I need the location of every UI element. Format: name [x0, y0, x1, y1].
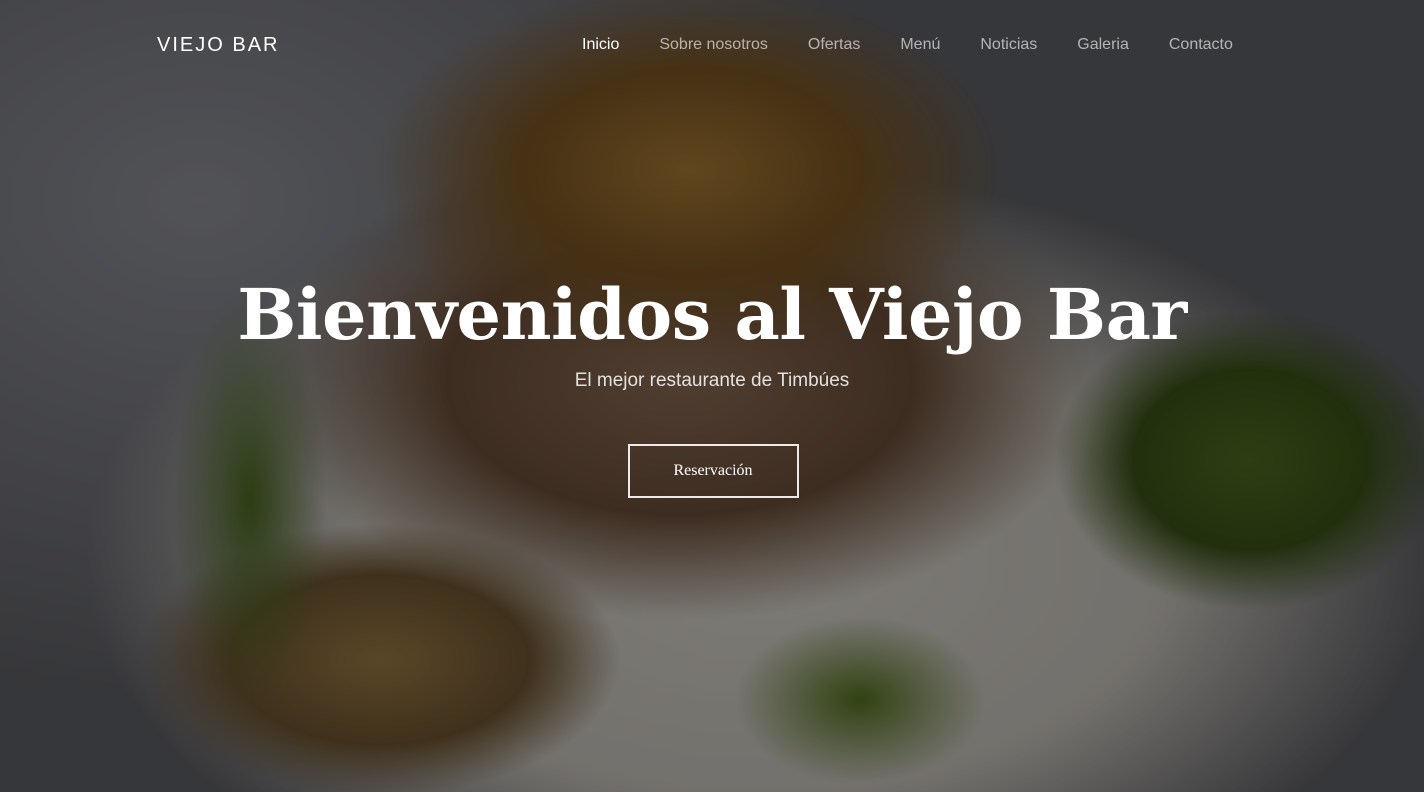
- nav-item-noticias: Noticias: [980, 36, 1077, 54]
- nav-link-contacto[interactable]: Contacto: [1169, 36, 1233, 54]
- top-navbar: VIEJO BAR Inicio Sobre nosotros Ofertas …: [0, 0, 1424, 92]
- nav-item-menu: Menú: [900, 36, 980, 54]
- hero-subtitle: El mejor restaurante de Timbúes: [574, 370, 850, 391]
- nav-menu: Inicio Sobre nosotros Ofertas Menú Notic…: [582, 36, 1273, 54]
- hero-title: Bienvenidos al Viejo Bar: [237, 273, 1187, 356]
- hero-content: Bienvenidos al Viejo Bar El mejor restau…: [0, 270, 1424, 498]
- nav-item-sobre-nosotros: Sobre nosotros: [659, 36, 808, 54]
- nav-item-inicio: Inicio: [582, 36, 659, 54]
- nav-link-noticias[interactable]: Noticias: [980, 36, 1037, 54]
- nav-link-galeria[interactable]: Galeria: [1077, 36, 1129, 54]
- nav-item-ofertas: Ofertas: [808, 36, 900, 54]
- reservation-button[interactable]: Reservación: [627, 444, 799, 498]
- nav-link-ofertas[interactable]: Ofertas: [808, 36, 860, 54]
- nav-link-menu[interactable]: Menú: [900, 36, 940, 54]
- nav-item-galeria: Galeria: [1077, 36, 1169, 54]
- nav-item-contacto: Contacto: [1169, 36, 1273, 54]
- brand-logo[interactable]: VIEJO BAR: [157, 34, 279, 57]
- nav-link-inicio[interactable]: Inicio: [582, 36, 619, 54]
- hero-section: VIEJO BAR Inicio Sobre nosotros Ofertas …: [0, 0, 1424, 792]
- nav-link-sobre-nosotros[interactable]: Sobre nosotros: [659, 36, 768, 54]
